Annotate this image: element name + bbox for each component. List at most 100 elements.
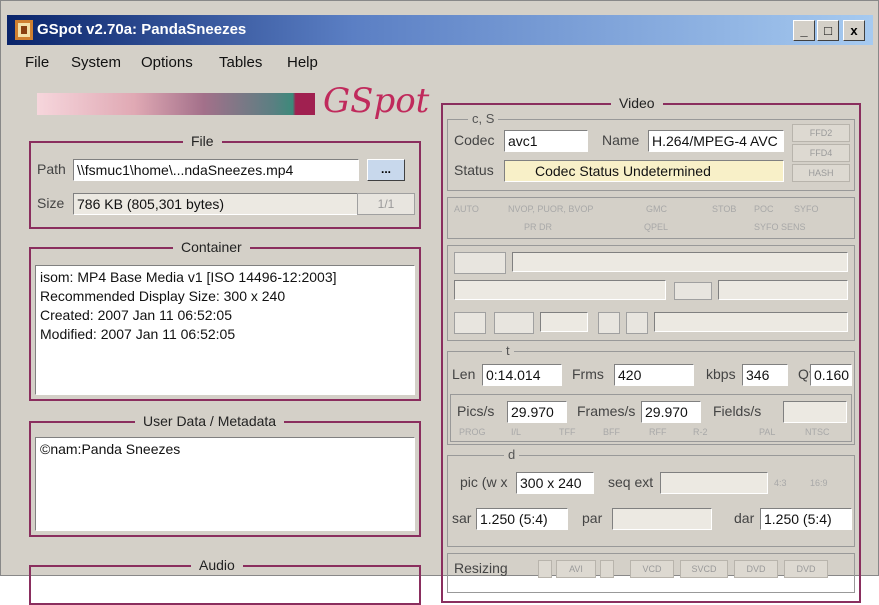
resizing-label: Resizing <box>454 560 508 576</box>
gspot-logo: GSpot <box>323 81 430 121</box>
keyframe-icon[interactable] <box>598 312 620 334</box>
opt-tff: TFF <box>559 427 576 437</box>
container-legend: Container <box>173 239 250 255</box>
container-info-box: isom: MP4 Base Media v1 [ISO 14496-12:20… <box>35 265 415 395</box>
opt-syfo: SYFO <box>794 204 819 214</box>
resize-dvd-button-2[interactable]: DVD <box>784 560 828 578</box>
video-group: Video c, S Codec avc1 Name H.264/MPEG-4 … <box>441 95 861 603</box>
stream-info-field <box>454 280 666 300</box>
minimize-button[interactable]: _ <box>793 20 815 41</box>
opt-qpel: QPEL <box>644 222 669 232</box>
close-button[interactable]: x <box>843 20 865 41</box>
status-field: Codec Status Undetermined <box>504 160 784 182</box>
name-label: Name <box>602 132 640 148</box>
resize-svcd-button[interactable]: SVCD <box>680 560 728 578</box>
menu-system[interactable]: System <box>71 54 121 71</box>
dimension-section: d pic (w x 300 x 240 seq ext 4:3 16:9 sa… <box>447 447 855 547</box>
hash-button[interactable]: HASH <box>792 164 850 182</box>
opt-bff: BFF <box>603 427 620 437</box>
browse-button[interactable]: ... <box>367 159 405 181</box>
page-counter[interactable]: 1/1 <box>357 193 415 215</box>
video-legend: Video <box>611 95 663 111</box>
fields-field[interactable] <box>783 401 847 423</box>
rate-row: Pics/s 29.970 Frames/s 29.970 Fields/s P… <box>450 394 852 442</box>
resize-small-button[interactable] <box>538 560 552 578</box>
video-tools-area <box>447 245 855 341</box>
frms-field[interactable]: 420 <box>614 364 694 386</box>
dar-field[interactable]: 1.250 (5:4) <box>760 508 852 530</box>
len-field[interactable]: 0:14.014 <box>482 364 562 386</box>
codec-section: c, S Codec avc1 Name H.264/MPEG-4 AVC St… <box>447 111 855 191</box>
container-line: Created: 2007 Jan 11 06:52:05 <box>40 307 233 323</box>
container-line: isom: MP4 Base Media v1 [ISO 14496-12:20… <box>40 269 337 285</box>
bframe-icon[interactable] <box>494 312 534 334</box>
kbps-label: kbps <box>706 366 736 382</box>
opt-auto: AUTO <box>454 204 479 214</box>
timing-section-label: t <box>502 343 514 358</box>
interval-icon[interactable] <box>626 312 648 334</box>
file-legend: File <box>183 133 222 149</box>
chapter-icon[interactable] <box>674 282 712 300</box>
opt-rff: RFF <box>649 427 667 437</box>
ratio-4-3: 4:3 <box>774 478 787 488</box>
pic-field[interactable]: 300 x 240 <box>516 472 594 494</box>
window-title: GSpot v2.70a: PandaSneezes <box>37 21 247 38</box>
file-group: File Path \\fsmuc1\home\...ndaSneezes.mp… <box>29 133 421 229</box>
audio-group: Audio <box>29 557 421 605</box>
resize-vcd-button[interactable]: VCD <box>630 560 674 578</box>
opt-poc: POC <box>754 204 774 214</box>
opt-nvop: NVOP, PUOR, BVOP <box>508 204 594 214</box>
resize-small-button-2[interactable] <box>600 560 614 578</box>
menu-help[interactable]: Help <box>287 54 318 71</box>
codec-section-label: c, S <box>468 111 499 126</box>
codec-field[interactable]: avc1 <box>504 130 588 152</box>
frame-types-icon[interactable] <box>454 252 506 274</box>
par-field[interactable] <box>612 508 712 530</box>
maximize-button[interactable]: □ <box>817 20 839 41</box>
seq-label: seq ext <box>608 474 654 490</box>
opt-prog: PROG <box>459 427 486 437</box>
codec-options-row: AUTO NVOP, PUOR, BVOP QPEL GMC STOB POC … <box>447 197 855 239</box>
interval-field <box>654 312 848 332</box>
ffd2-button[interactable]: FFD2 <box>792 124 850 142</box>
opt-gmc: GMC <box>646 204 667 214</box>
seq-field[interactable] <box>660 472 768 494</box>
image-icon[interactable] <box>454 312 486 334</box>
container-group: Container isom: MP4 Base Media v1 [ISO 1… <box>29 239 421 401</box>
metadata-legend: User Data / Metadata <box>135 413 285 429</box>
status-label: Status <box>454 162 494 178</box>
opt-ntsc: NTSC <box>805 427 830 437</box>
ffd4-button[interactable]: FFD4 <box>792 144 850 162</box>
frames-label: Frames/s <box>577 403 636 419</box>
app-icon <box>15 20 33 40</box>
ratio-16-9: 16:9 <box>810 478 828 488</box>
opt-pal: PAL <box>759 427 776 437</box>
opt-r2: R-2 <box>693 427 708 437</box>
gspot-window: GSpot v2.70a: PandaSneezes _ □ x File Sy… <box>0 0 879 605</box>
sar-field[interactable]: 1.250 (5:4) <box>476 508 568 530</box>
opt-syfo-sens: SYFO SENS <box>754 222 806 232</box>
container-line: Recommended Display Size: 300 x 240 <box>40 288 286 304</box>
pics-label: Pics/s <box>457 403 495 419</box>
codec-label: Codec <box>454 132 495 148</box>
resize-avi-button[interactable]: AVI <box>556 560 596 578</box>
dar-label: dar <box>734 510 755 526</box>
audio-legend: Audio <box>191 557 243 573</box>
bframe-field <box>540 312 588 332</box>
opt-stob: STOB <box>712 204 737 214</box>
qf-field[interactable]: 0.160 <box>810 364 852 386</box>
dimension-section-label: d <box>504 447 520 462</box>
path-field[interactable]: \\fsmuc1\home\...ndaSneezes.mp4 <box>73 159 359 181</box>
resizing-row: Resizing AVI VCD SVCD DVD DVD <box>447 553 855 593</box>
pics-field[interactable]: 29.970 <box>507 401 567 423</box>
title-bar[interactable]: GSpot v2.70a: PandaSneezes _ □ x <box>7 15 873 45</box>
size-label: Size <box>37 195 65 211</box>
name-field[interactable]: H.264/MPEG-4 AVC <box>648 130 784 152</box>
kbps-field[interactable]: 346 <box>742 364 788 386</box>
menu-tables[interactable]: Tables <box>219 54 262 71</box>
resize-dvd-button[interactable]: DVD <box>734 560 778 578</box>
menu-options[interactable]: Options <box>141 54 193 71</box>
menu-file[interactable]: File <box>25 54 49 71</box>
fields-label: Fields/s <box>713 403 762 419</box>
frames-field[interactable]: 29.970 <box>641 401 701 423</box>
